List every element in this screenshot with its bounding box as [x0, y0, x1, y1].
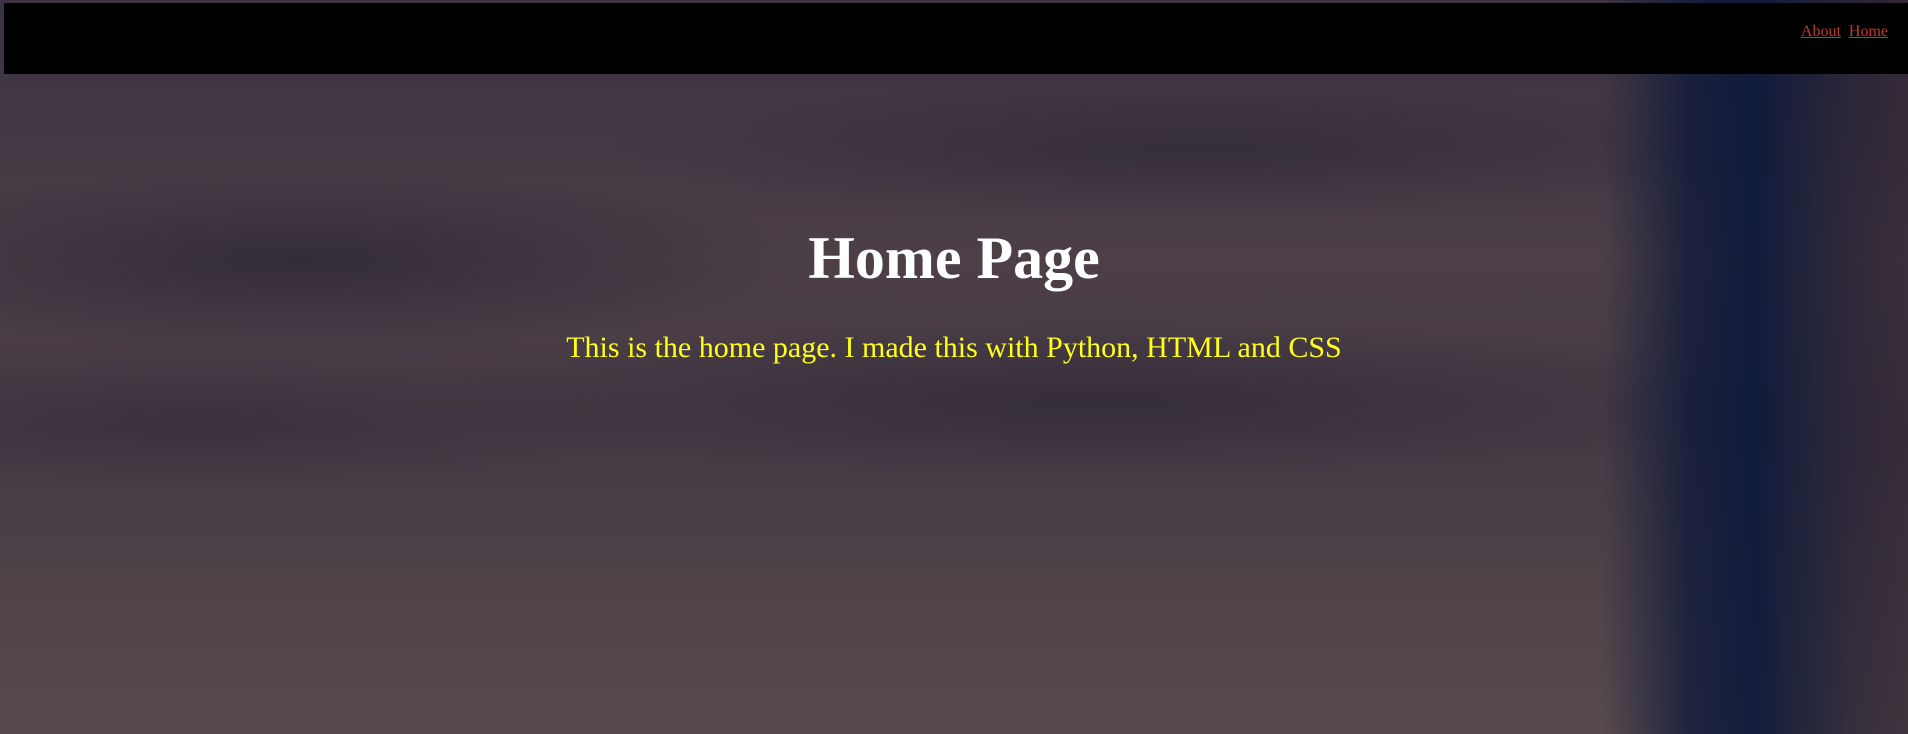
page-title: Home Page	[808, 225, 1100, 291]
page-subtitle: This is the home page. I made this with …	[566, 331, 1342, 364]
background-image	[0, 0, 1908, 734]
nav-link-about[interactable]: About	[1801, 23, 1841, 40]
hero-section: Home Page This is the home page. I made …	[0, 222, 1908, 366]
nav-links: About Home	[1801, 23, 1888, 41]
nav-link-home[interactable]: Home	[1849, 23, 1888, 40]
navbar: About Home	[4, 3, 1908, 74]
